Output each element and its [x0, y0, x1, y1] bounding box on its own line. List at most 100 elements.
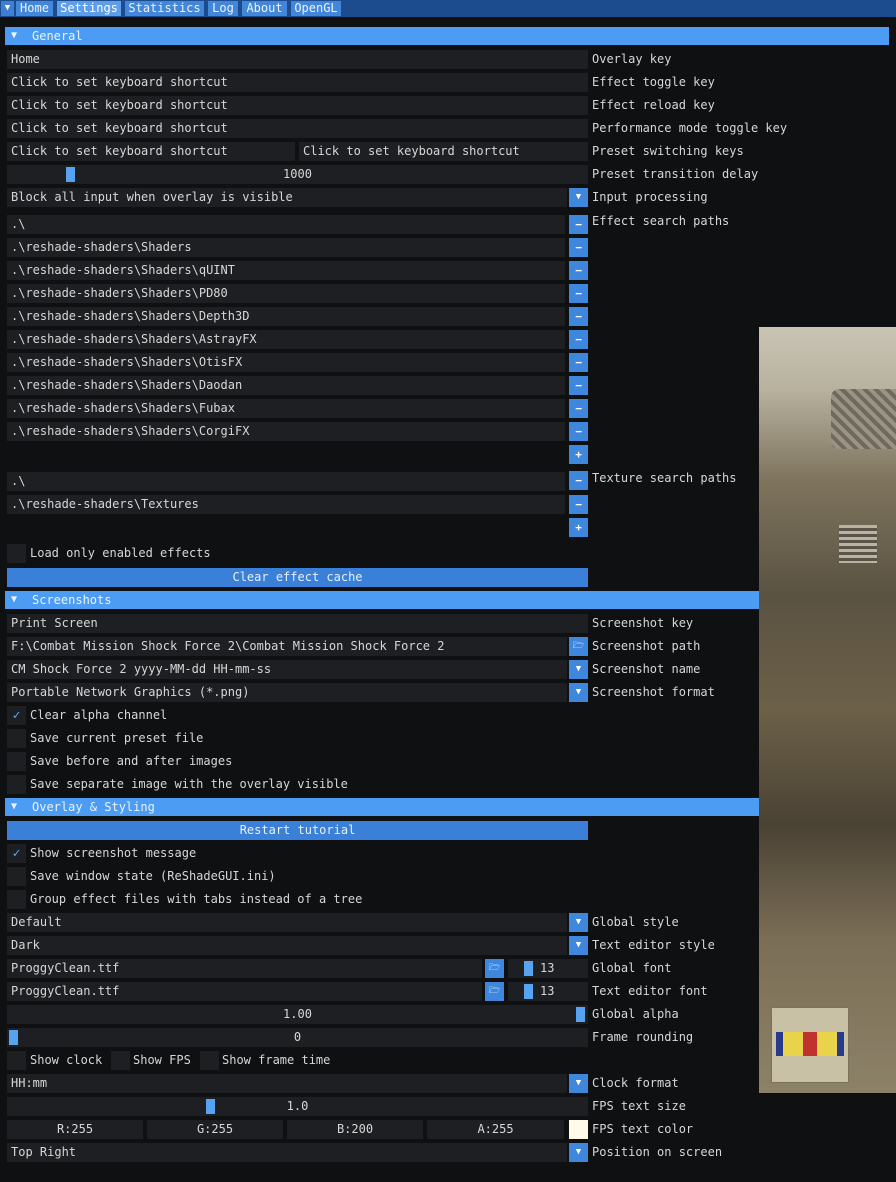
group-effects-checkbox[interactable]	[7, 890, 26, 909]
show-frame-time-checkbox[interactable]	[200, 1051, 219, 1070]
screenshot-name-field[interactable]: CM Shock Force 2 yyyy-MM-dd HH-mm-ss	[7, 660, 567, 679]
position-on-screen-select[interactable]: Top Right	[7, 1143, 567, 1162]
slider-grab[interactable]	[9, 1030, 18, 1045]
preset-next-key-field[interactable]: Click to set keyboard shortcut	[299, 142, 588, 161]
text-editor-style-select[interactable]: Dark	[7, 936, 567, 955]
save-preset-checkbox[interactable]	[7, 729, 26, 748]
clear-effect-cache-button[interactable]: Clear effect cache	[7, 568, 588, 587]
global-font-field[interactable]: ProggyClean.ttf	[7, 959, 482, 978]
chevron-down-icon[interactable]: ▼	[569, 1074, 588, 1093]
remove-path-icon[interactable]: −	[569, 399, 588, 418]
fps-color-r-field[interactable]: R:255	[7, 1120, 143, 1139]
folder-open-icon[interactable]: 🗁	[485, 959, 504, 978]
global-font-size-slider[interactable]: 13	[508, 959, 588, 978]
performance-mode-key-field[interactable]: Click to set keyboard shortcut	[7, 119, 588, 138]
remove-path-icon[interactable]: −	[569, 261, 588, 280]
remove-path-icon[interactable]: −	[569, 215, 588, 234]
remove-path-icon[interactable]: −	[569, 376, 588, 395]
slider-grab[interactable]	[66, 167, 75, 182]
slider-grab[interactable]	[206, 1099, 215, 1114]
remove-path-icon[interactable]: −	[569, 284, 588, 303]
overlay-key-field[interactable]: Home	[7, 50, 588, 69]
preset-prev-key-field[interactable]: Click to set keyboard shortcut	[7, 142, 295, 161]
preset-transition-slider[interactable]: 1000	[7, 165, 588, 184]
remove-path-icon[interactable]: −	[569, 238, 588, 257]
effect-path-field[interactable]: .\	[7, 215, 565, 234]
remove-path-icon[interactable]: −	[569, 495, 588, 514]
restart-tutorial-button[interactable]: Restart tutorial	[7, 821, 588, 840]
chevron-down-icon[interactable]: ▼	[569, 1143, 588, 1162]
effect-path-field[interactable]: .\reshade-shaders\Shaders\qUINT	[7, 261, 565, 280]
texture-path-field[interactable]: .\	[7, 472, 565, 491]
chevron-down-icon[interactable]: ▼	[569, 188, 588, 207]
chevron-down-icon[interactable]: ▼	[569, 660, 588, 679]
texture-path-field[interactable]: .\reshade-shaders\Textures	[7, 495, 565, 514]
remove-path-icon[interactable]: −	[569, 471, 588, 490]
screenshot-path-field[interactable]: F:\Combat Mission Shock Force 2\Combat M…	[7, 637, 567, 656]
add-path-icon[interactable]: +	[569, 445, 588, 464]
tab-settings[interactable]: Settings	[57, 1, 121, 16]
medal-patch-image	[771, 1007, 849, 1083]
effect-reload-key-field[interactable]: Click to set keyboard shortcut	[7, 96, 588, 115]
text-editor-font-size-slider[interactable]: 13	[508, 982, 588, 1001]
text-editor-font-field[interactable]: ProggyClean.ttf	[7, 982, 482, 1001]
effect-path-field[interactable]: .\reshade-shaders\Shaders\Daodan	[7, 376, 565, 395]
tab-home[interactable]: Home	[16, 1, 53, 16]
effect-path-field[interactable]: .\reshade-shaders\Shaders\PD80	[7, 284, 565, 303]
input-processing-select[interactable]: Block all input when overlay is visible	[7, 188, 567, 207]
fps-text-size-slider[interactable]: 1.0	[7, 1097, 588, 1116]
remove-path-icon[interactable]: −	[569, 422, 588, 441]
save-separate-label: Save separate image with the overlay vis…	[30, 777, 348, 791]
clear-alpha-checkbox[interactable]: ✓	[7, 706, 26, 725]
chevron-down-icon[interactable]: ▼	[569, 936, 588, 955]
show-screenshot-message-checkbox[interactable]: ✓	[7, 844, 26, 863]
effect-path-field[interactable]: .\reshade-shaders\Shaders	[7, 238, 565, 257]
triangle-down-icon[interactable]: ▼	[1, 1, 14, 16]
tab-log[interactable]: Log	[208, 1, 238, 16]
game-logo-image	[831, 389, 896, 449]
global-alpha-slider[interactable]: 1.00	[7, 1005, 588, 1024]
show-clock-checkbox[interactable]	[7, 1051, 26, 1070]
section-header-general[interactable]: ▼ General	[5, 27, 889, 45]
tab-statistics[interactable]: Statistics	[125, 1, 204, 16]
folder-open-icon[interactable]: 🗁	[569, 637, 588, 656]
effect-toggle-key-field[interactable]: Click to set keyboard shortcut	[7, 73, 588, 92]
tab-about[interactable]: About	[242, 1, 287, 16]
chevron-down-icon[interactable]: ▼	[569, 683, 588, 702]
text-editor-style-label: Text editor style	[592, 938, 715, 952]
triangle-down-icon: ▼	[11, 801, 18, 812]
effect-path-field[interactable]: .\reshade-shaders\Shaders\AstrayFX	[7, 330, 565, 349]
frame-rounding-slider[interactable]: 0	[7, 1028, 588, 1047]
fps-color-g-field[interactable]: G:255	[147, 1120, 283, 1139]
remove-path-icon[interactable]: −	[569, 307, 588, 326]
clock-format-label: Clock format	[592, 1076, 679, 1090]
screenshot-format-select[interactable]: Portable Network Graphics (*.png)	[7, 683, 567, 702]
folder-open-icon[interactable]: 🗁	[485, 982, 504, 1001]
section-header-screenshots[interactable]: ▼ Screenshots	[5, 591, 759, 609]
fps-color-b-field[interactable]: B:200	[287, 1120, 423, 1139]
remove-path-icon[interactable]: −	[569, 330, 588, 349]
clock-format-select[interactable]: HH:mm	[7, 1074, 567, 1093]
section-header-overlay[interactable]: ▼ Overlay & Styling	[5, 798, 759, 816]
load-only-enabled-checkbox[interactable]	[7, 544, 26, 563]
effect-path-field[interactable]: .\reshade-shaders\Shaders\Fubax	[7, 399, 565, 418]
global-style-select[interactable]: Default	[7, 913, 567, 932]
fps-color-swatch[interactable]	[569, 1120, 588, 1139]
effect-path-field[interactable]: .\reshade-shaders\Shaders\Depth3D	[7, 307, 565, 326]
slider-grab[interactable]	[524, 984, 533, 999]
fps-color-a-field[interactable]: A:255	[427, 1120, 564, 1139]
checkmark-icon: ✓	[12, 708, 21, 723]
add-path-icon[interactable]: +	[569, 518, 588, 537]
remove-path-icon[interactable]: −	[569, 353, 588, 372]
tab-opengl[interactable]: OpenGL	[291, 1, 341, 16]
slider-grab[interactable]	[576, 1007, 585, 1022]
save-window-state-checkbox[interactable]	[7, 867, 26, 886]
screenshot-key-field[interactable]: Print Screen	[7, 614, 588, 633]
effect-path-field[interactable]: .\reshade-shaders\Shaders\OtisFX	[7, 353, 565, 372]
effect-path-field[interactable]: .\reshade-shaders\Shaders\CorgiFX	[7, 422, 565, 441]
slider-grab[interactable]	[524, 961, 533, 976]
chevron-down-icon[interactable]: ▼	[569, 913, 588, 932]
show-fps-checkbox[interactable]	[111, 1051, 130, 1070]
save-before-after-checkbox[interactable]	[7, 752, 26, 771]
save-separate-checkbox[interactable]	[7, 775, 26, 794]
